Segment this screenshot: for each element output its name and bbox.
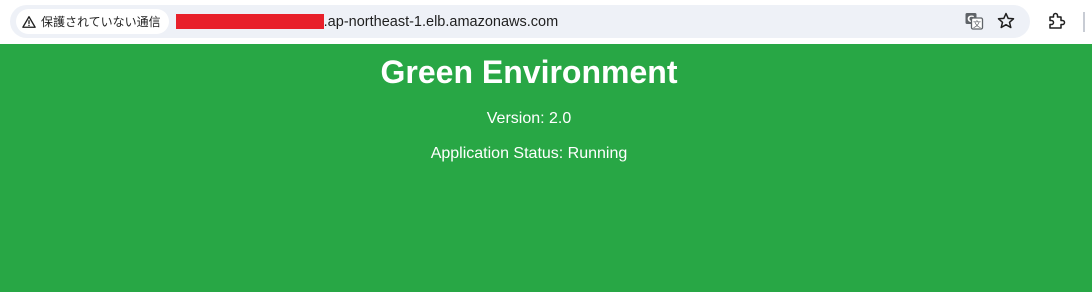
- warning-icon: [22, 15, 36, 28]
- page-title: Green Environment: [380, 54, 678, 90]
- url-domain-suffix: .ap-northeast-1.elb.amazonaws.com: [323, 13, 559, 30]
- url-redaction: [175, 14, 324, 29]
- url-text[interactable]: .ap-northeast-1.elb.amazonaws.com: [175, 13, 559, 30]
- extensions-puzzle-icon[interactable]: [1046, 11, 1066, 31]
- translate-icon[interactable]: G 文: [964, 11, 984, 31]
- security-label: 保護されていない通信: [41, 15, 161, 29]
- bookmark-star-icon[interactable]: [996, 11, 1016, 31]
- address-bar[interactable]: 保護されていない通信 .ap-northeast-1.elb.amazonaws…: [10, 5, 1030, 38]
- version-text: Version: 2.0: [486, 110, 572, 127]
- application-status-text: Application Status: Running: [430, 145, 628, 162]
- toolbar-divider: [1083, 12, 1085, 32]
- page-viewport: Green Environment Version: 2.0 Applicati…: [0, 44, 1092, 292]
- svg-text:文: 文: [973, 19, 981, 29]
- site-security-chip[interactable]: 保護されていない通信: [16, 9, 169, 34]
- browser-toolbar: 保護されていない通信 .ap-northeast-1.elb.amazonaws…: [0, 0, 1092, 44]
